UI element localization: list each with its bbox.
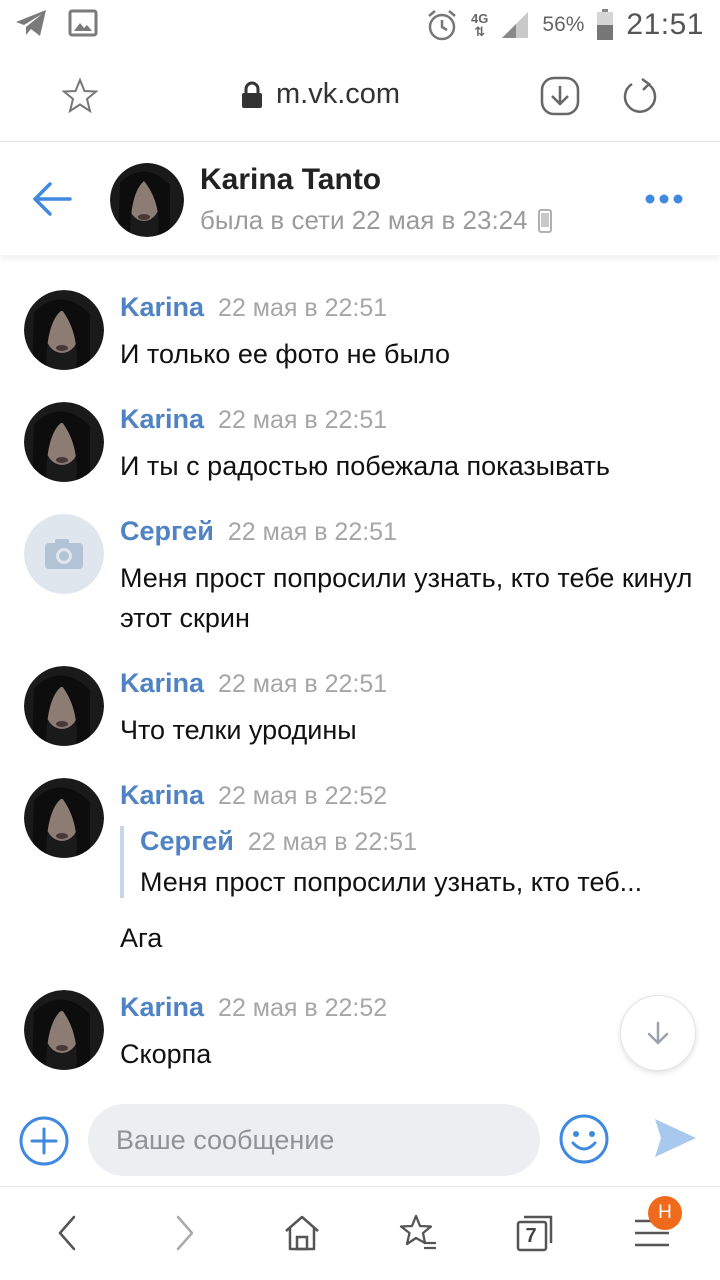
bookmarks-icon[interactable]: [398, 1213, 438, 1253]
forwarded-message[interactable]: Сергей 22 мая в 22:51 Меня прост попросил…: [120, 826, 700, 898]
scroll-down-button[interactable]: [620, 995, 696, 1071]
browser-toolbar: m.vk.com: [0, 52, 720, 142]
status-bar: 4G ⇅ 56% 21:51: [0, 0, 720, 50]
message-author[interactable]: Karina 22 мая в 22:51: [120, 292, 387, 323]
message-text: Ага: [120, 923, 163, 953]
more-icon[interactable]: [644, 193, 684, 205]
message-composer: [0, 1098, 720, 1184]
message-text: Меня прост попросили узнать, кто тебе ки…: [120, 563, 693, 633]
last-seen-text: была в сети 22 мая в 23:24: [200, 205, 528, 235]
signal-icon: [502, 12, 529, 38]
avatar[interactable]: [24, 778, 104, 858]
message-list[interactable]: Karina 22 мая в 22:51 И только ее фото не…: [0, 255, 720, 1095]
download-icon[interactable]: [540, 76, 580, 116]
mobile-icon: [537, 208, 552, 233]
avatar[interactable]: [110, 163, 184, 237]
arrow-down-icon: [647, 1021, 669, 1045]
forwarded-time: 22 мая в 22:51: [247, 828, 417, 856]
avatar[interactable]: [24, 402, 104, 482]
avatar[interactable]: [24, 666, 104, 746]
message-time: 22 мая в 22:52: [218, 994, 388, 1022]
notification-badge: Н: [648, 1196, 682, 1230]
alarm-icon: [428, 10, 456, 41]
tab-count: 7: [525, 1224, 537, 1247]
message-author[interactable]: Karina 22 мая в 22:51: [120, 404, 387, 435]
nav-back-icon[interactable]: [48, 1213, 88, 1253]
add-attachment-icon[interactable]: [18, 1115, 70, 1167]
telegram-icon: [16, 10, 46, 36]
message-text: Что телки уродины: [120, 715, 357, 745]
back-arrow-icon[interactable]: [32, 181, 72, 217]
message-text: Скорпа: [120, 1039, 212, 1069]
message-time: 22 мая в 22:51: [227, 518, 397, 546]
browser-bottom-nav: 7: [0, 1186, 720, 1280]
message-input[interactable]: [88, 1104, 540, 1176]
send-icon[interactable]: [652, 1115, 698, 1161]
address-bar[interactable]: m.vk.com: [240, 78, 400, 111]
chat-header: Karina Tanto была в сети 22 мая в 23:24: [0, 143, 720, 255]
home-icon[interactable]: [282, 1213, 322, 1253]
chat-title: Karina Tanto: [200, 163, 382, 196]
screen: 4G ⇅ 56% 21:51 m.vk.com Karina Tanto был…: [0, 0, 720, 1280]
network-indicator: 4G ⇅: [471, 11, 489, 39]
message-author[interactable]: Karina 22 мая в 22:52: [120, 780, 387, 811]
tabs-button[interactable]: 7: [514, 1213, 554, 1253]
lock-icon: [242, 81, 262, 108]
message-time: 22 мая в 22:51: [218, 670, 388, 698]
clock: 21:51: [626, 8, 704, 41]
bookmark-star-icon[interactable]: [60, 76, 100, 116]
message-time: 22 мая в 22:52: [218, 782, 388, 810]
message-time: 22 мая в 22:51: [218, 294, 388, 322]
battery-icon: [597, 9, 614, 40]
gallery-icon: [68, 9, 98, 37]
message-text: И ты с радостью побежала показывать: [120, 451, 610, 481]
last-seen-status: была в сети 22 мая в 23:24: [200, 205, 552, 236]
battery-percent: 56%: [542, 13, 585, 36]
message-author[interactable]: Karina 22 мая в 22:51: [120, 668, 387, 699]
forwarded-author: Сергей 22 мая в 22:51: [140, 826, 417, 856]
forwarded-text: Меня прост попросили узнать, кто теб...: [140, 867, 643, 897]
reload-icon[interactable]: [620, 76, 660, 116]
message-author[interactable]: Сергей 22 мая в 22:51: [120, 516, 397, 547]
message-text: И только ее фото не было: [120, 339, 450, 369]
nav-forward-icon[interactable]: [164, 1213, 204, 1253]
emoji-icon[interactable]: [558, 1113, 610, 1165]
message-time: 22 мая в 22:51: [218, 406, 388, 434]
avatar-placeholder[interactable]: [24, 514, 104, 594]
avatar[interactable]: [24, 290, 104, 370]
message-author[interactable]: Karina 22 мая в 22:52: [120, 992, 387, 1023]
url-text: m.vk.com: [276, 78, 401, 110]
avatar[interactable]: [24, 990, 104, 1070]
